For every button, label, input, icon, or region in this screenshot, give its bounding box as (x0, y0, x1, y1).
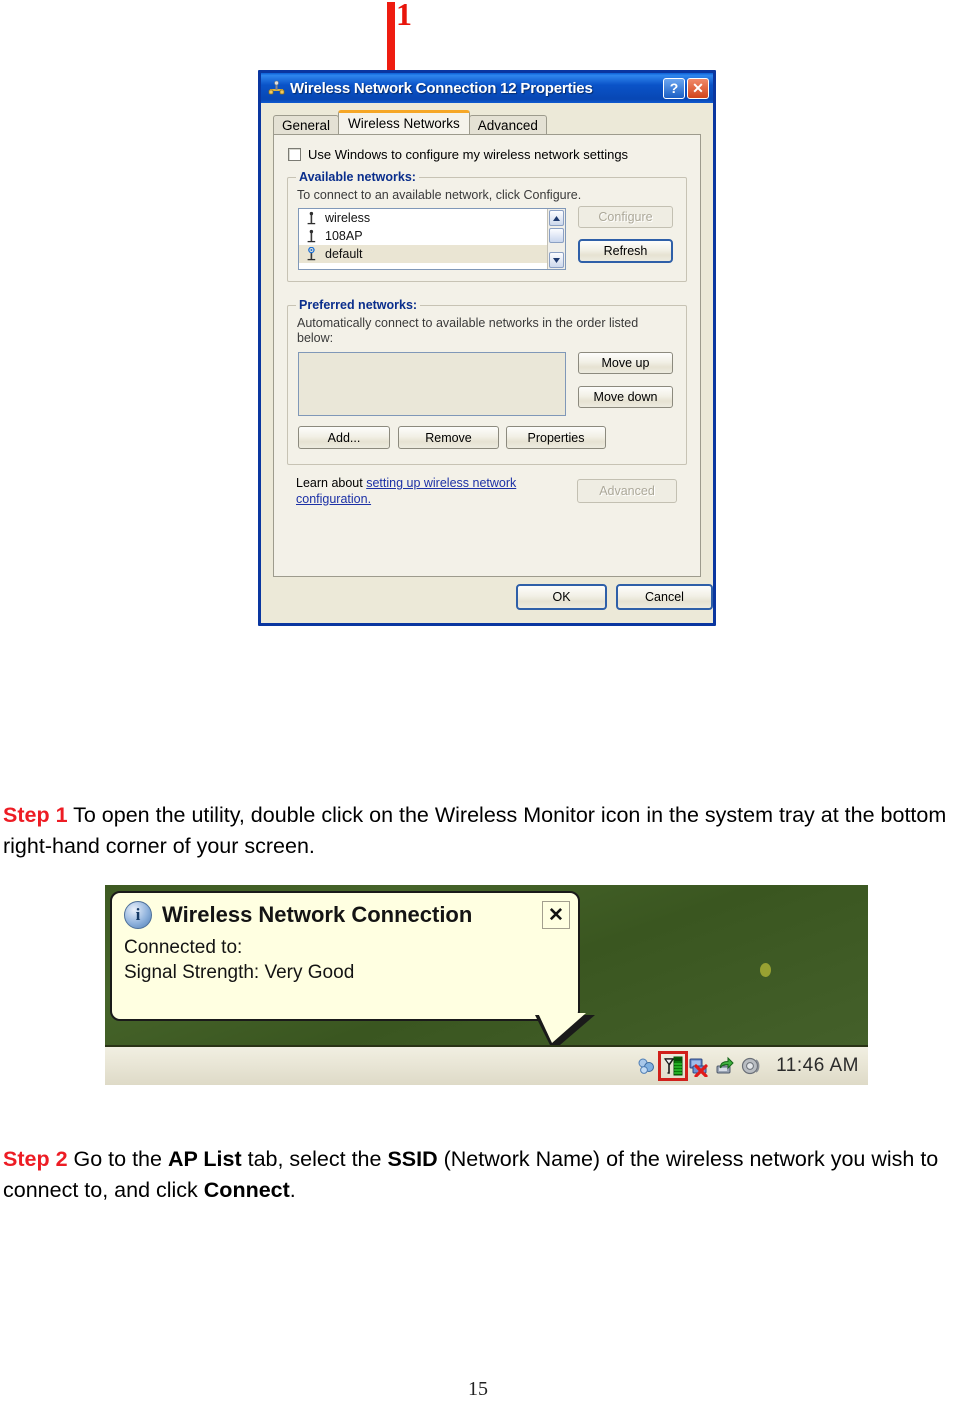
scrollbar-thumb[interactable] (549, 228, 564, 243)
use-windows-checkbox-label: Use Windows to configure my wireless net… (308, 147, 629, 162)
balloon-body: Connected to: Signal Strength: Very Good (112, 929, 578, 985)
access-point-icon (305, 229, 318, 243)
windows-taskbar: 11:46 AM (105, 1045, 868, 1085)
ok-button[interactable]: OK (516, 584, 607, 610)
wireless-monitor-icon[interactable] (658, 1051, 689, 1081)
help-button[interactable]: ? (663, 77, 685, 99)
preferred-networks-label: Preferred networks: (296, 298, 421, 312)
list-item-label: default (325, 247, 363, 261)
access-point-icon (305, 211, 318, 225)
preferred-networks-listbox[interactable] (298, 352, 566, 416)
preferred-networks-hint-line2: below: (297, 331, 334, 345)
balloon-close-icon[interactable]: ✕ (542, 901, 570, 929)
balloon-title: Wireless Network Connection (162, 902, 473, 927)
taskbar-clock: 11:46 AM (776, 1055, 859, 1076)
move-down-button[interactable]: Move down (578, 386, 673, 408)
tab-advanced[interactable]: Advanced (468, 115, 547, 134)
list-item[interactable]: 108AP (299, 227, 565, 245)
step-2-part-0: Go to the (67, 1147, 168, 1171)
move-up-button[interactable]: Move up (578, 352, 673, 374)
wireless-network-connection-properties-dialog: Wireless Network Connection 12 Propertie… (258, 70, 716, 626)
system-tray: 11:46 AM (636, 1048, 865, 1084)
balloon-tooltip: i Wireless Network Connection ✕ Connecte… (110, 891, 580, 1021)
balloon-tail-inner (538, 1013, 586, 1043)
titlebar-buttons: ? ✕ (663, 77, 709, 99)
step-2-part-3: SSID (387, 1147, 438, 1171)
add-button[interactable]: Add... (298, 426, 390, 449)
figure-tray-balloon: i Wireless Network Connection ✕ Connecte… (105, 885, 868, 1085)
step-2-part-5: Connect (203, 1178, 290, 1202)
learn-about-text: Learn about setting up wireless network … (296, 475, 566, 507)
setting-up-wireless-network-link-cont[interactable]: configuration. (296, 492, 371, 506)
step-2-paragraph: Step 2 Go to the AP List tab, select the… (3, 1144, 953, 1206)
balloon-connected-to: Connected to: (124, 937, 243, 958)
list-item[interactable]: wireless (299, 209, 565, 227)
step-1-text: To open the utility, double click on the… (3, 803, 947, 858)
dialog-title: Wireless Network Connection 12 Propertie… (290, 79, 593, 97)
wireless-networks-tab-panel: Use Windows to configure my wireless net… (273, 134, 701, 577)
dialog-body: General Wireless Networks Advanced Use W… (261, 103, 713, 623)
volume-icon[interactable] (740, 1055, 762, 1077)
safely-remove-hardware-icon[interactable] (714, 1055, 736, 1077)
use-windows-checkbox[interactable] (288, 148, 301, 161)
tab-general[interactable]: General (273, 115, 340, 134)
step-2-part-1: AP List (167, 1147, 242, 1171)
preferred-networks-hint-line1: Automatically connect to available netwo… (297, 316, 639, 330)
properties-button[interactable]: Properties (506, 426, 606, 449)
list-item-label: 108AP (325, 229, 363, 243)
list-item-label: wireless (325, 211, 371, 225)
available-networks-scrollbar[interactable] (547, 209, 565, 269)
dialog-titlebar: Wireless Network Connection 12 Propertie… (261, 73, 713, 103)
step-2-part-6: . (289, 1178, 296, 1202)
list-item-selected[interactable]: default (299, 245, 565, 263)
page-number: 15 (468, 1378, 488, 1400)
step-2-label: Step 2 (3, 1147, 68, 1171)
advanced-button[interactable]: Advanced (577, 479, 677, 503)
available-networks-label: Available networks: (296, 170, 419, 184)
step-1-label: Step 1 (3, 803, 68, 827)
network-adapter-icon (268, 80, 285, 97)
use-windows-checkbox-row[interactable]: Use Windows to configure my wireless net… (288, 147, 628, 162)
active-access-point-icon (305, 246, 318, 261)
step-1-paragraph: Step 1 To open the utility, double click… (3, 800, 953, 862)
configure-button[interactable]: Configure (578, 206, 673, 228)
info-icon: i (124, 901, 152, 929)
remove-button[interactable]: Remove (398, 426, 499, 449)
refresh-button[interactable]: Refresh (578, 239, 673, 263)
scroll-up-icon[interactable] (549, 210, 564, 226)
step-2-part-2: tab, select the (241, 1147, 388, 1171)
tab-wireless-networks[interactable]: Wireless Networks (338, 110, 470, 134)
available-networks-hint: To connect to an available network, clic… (297, 188, 582, 202)
close-button[interactable]: ✕ (687, 77, 709, 99)
scroll-down-icon[interactable] (549, 252, 564, 268)
cancel-button[interactable]: Cancel (616, 584, 713, 610)
setting-up-wireless-network-link[interactable]: setting up wireless network (366, 476, 516, 490)
preferred-networks-group: Preferred networks: Automatically connec… (287, 298, 687, 465)
network-disconnected-icon[interactable] (688, 1055, 710, 1078)
balloon-header: i Wireless Network Connection ✕ (112, 893, 578, 929)
network-connections-icon[interactable] (636, 1055, 658, 1077)
learn-about-prefix: Learn about (296, 476, 367, 490)
annotation-number-1: 1 (396, 0, 412, 32)
available-networks-listbox[interactable]: wireless 108AP default (298, 208, 566, 270)
grass-highlight (760, 963, 771, 977)
figure-wireless-properties-dialog: 1 2 3 Wireless Network Connection 12 Pro… (0, 0, 956, 650)
balloon-signal-strength: Signal Strength: Very Good (124, 962, 355, 983)
tab-strip: General Wireless Networks Advanced (273, 110, 547, 134)
available-networks-group: Available networks: To connect to an ava… (287, 170, 687, 282)
